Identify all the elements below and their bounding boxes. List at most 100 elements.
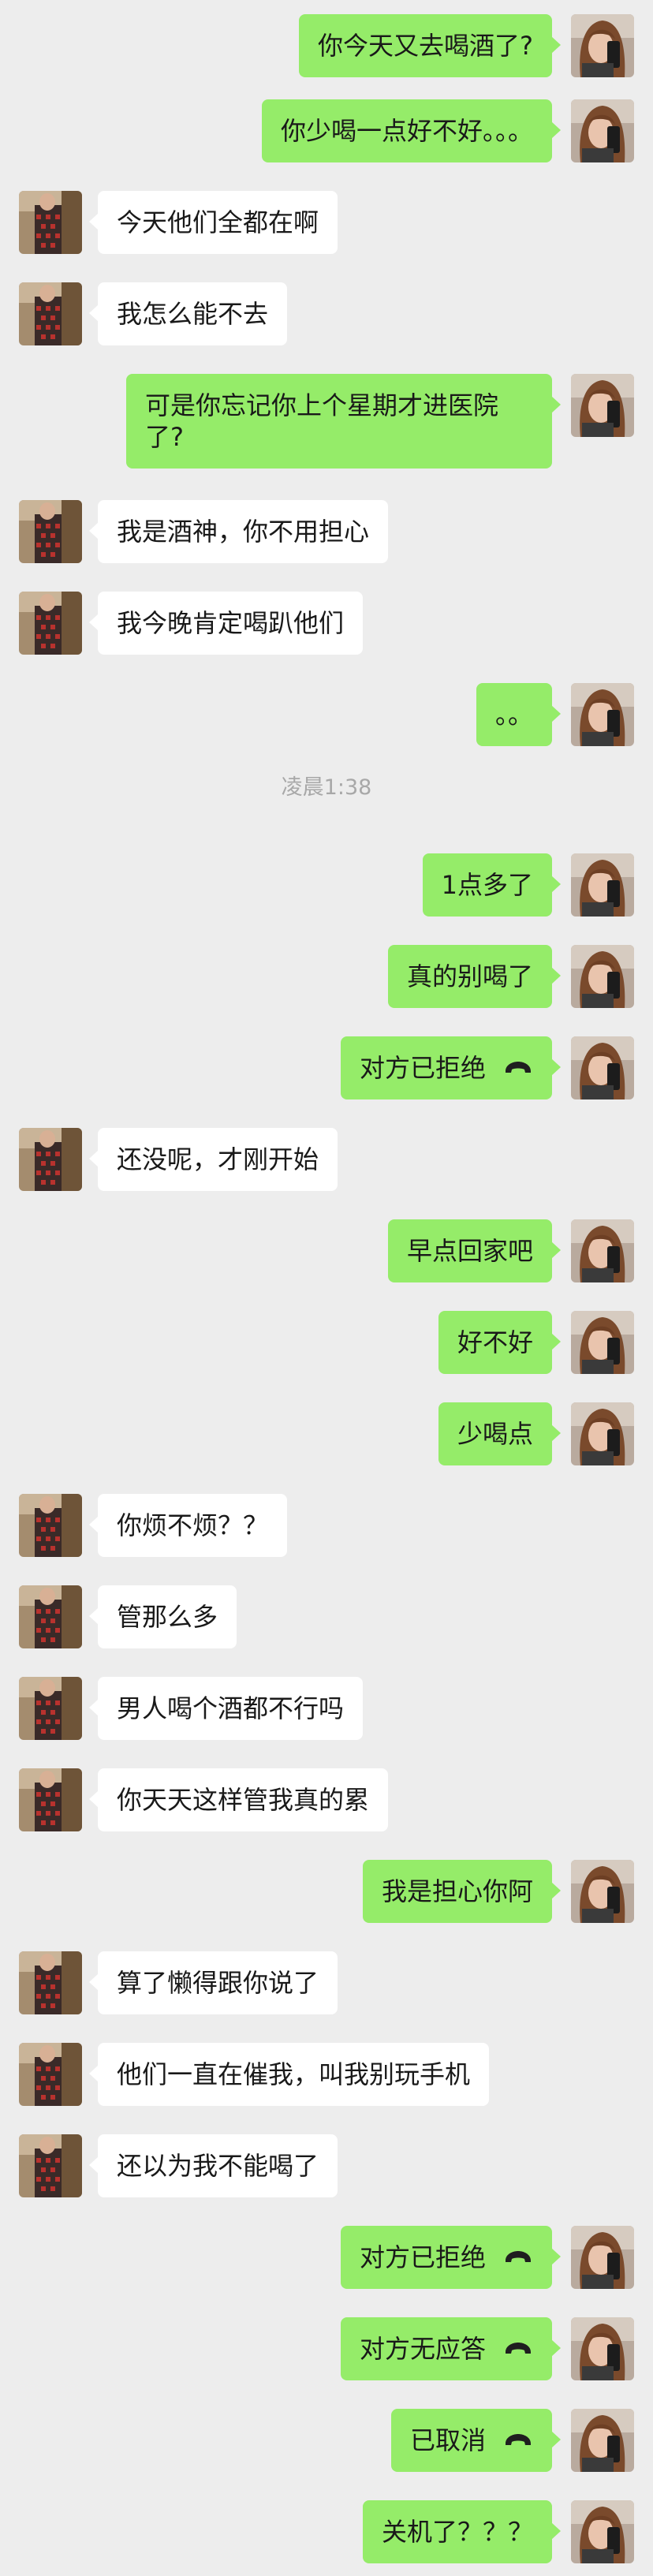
message-text: 。。: [494, 700, 533, 730]
incoming-message: 算了懒得跟你说了: [0, 1950, 653, 2016]
call-status-text: 已取消: [409, 2425, 486, 2455]
message-text: 关机了？？？: [381, 2517, 533, 2547]
contact-avatar[interactable]: [19, 1677, 82, 1740]
message-text: 真的别喝了: [406, 961, 533, 991]
message-bubble[interactable]: 还以为我不能喝了: [88, 2134, 338, 2197]
contact-avatar[interactable]: [19, 1494, 82, 1557]
message-text: 1点多了: [441, 870, 533, 900]
message-bubble[interactable]: 少喝点: [438, 1402, 562, 1465]
message-bubble[interactable]: 你今天又去喝酒了?: [299, 14, 561, 77]
message-bubble[interactable]: 1点多了: [422, 853, 562, 917]
my-avatar[interactable]: [571, 1860, 634, 1923]
message-bubble[interactable]: 男人喝个酒都不行吗: [88, 1677, 364, 1740]
contact-avatar[interactable]: [19, 2134, 82, 2197]
message-text: 可是你忘记你上个星期才进医院了?: [145, 390, 499, 452]
message-text: 算了懒得跟你说了: [117, 1968, 319, 1998]
my-avatar[interactable]: [571, 1402, 634, 1465]
outgoing-message: 可是你忘记你上个星期才进医院了?: [0, 372, 653, 469]
phone-hangup-icon: [503, 2340, 533, 2358]
my-avatar[interactable]: [571, 2317, 634, 2380]
contact-avatar[interactable]: [19, 1585, 82, 1648]
message-text: 管那么多: [117, 1602, 218, 1632]
message-text: 好不好: [457, 1327, 533, 1357]
message-text: 男人喝个酒都不行吗: [117, 1693, 345, 1723]
message-bubble[interactable]: 我今晚肯定喝趴他们: [88, 592, 364, 655]
outgoing-message: 你少喝一点好不好。。。: [0, 98, 653, 164]
my-avatar[interactable]: [571, 683, 634, 746]
my-avatar[interactable]: [571, 945, 634, 1008]
message-bubble[interactable]: 你少喝一点好不好。。。: [261, 99, 562, 162]
my-avatar[interactable]: [571, 2500, 634, 2563]
message-bubble[interactable]: 关机了？？？: [362, 2500, 562, 2563]
incoming-message: 今天他们全都在啊: [0, 189, 653, 256]
message-text: 你少喝一点好不好。。。: [280, 116, 533, 146]
incoming-message: 管那么多: [0, 1584, 653, 1650]
message-bubble[interactable]: 今天他们全都在啊: [88, 191, 338, 254]
message-bubble[interactable]: 真的别喝了: [387, 945, 562, 1008]
outgoing-message: 好不好: [0, 1309, 653, 1376]
timestamp: 凌晨1:38: [281, 775, 372, 800]
contact-avatar[interactable]: [19, 191, 82, 254]
message-bubble[interactable]: 可是你忘记你上个星期才进医院了?: [126, 374, 561, 469]
outgoing-message: 真的别喝了: [0, 943, 653, 1010]
message-text: 你烦不烦？？: [117, 1510, 269, 1540]
incoming-message: 你烦不烦？？: [0, 1492, 653, 1559]
my-avatar[interactable]: [571, 99, 634, 162]
my-avatar[interactable]: [571, 374, 634, 437]
message-text: 你今天又去喝酒了?: [318, 31, 533, 61]
outgoing-message: 对方已拒绝: [0, 2224, 653, 2290]
my-avatar[interactable]: [571, 2409, 634, 2472]
my-avatar[interactable]: [571, 1219, 634, 1282]
incoming-message: 我怎么能不去: [0, 281, 653, 347]
message-bubble[interactable]: 我怎么能不去: [88, 282, 288, 345]
message-bubble[interactable]: 我是担心你阿: [362, 1860, 562, 1923]
call-record-bubble[interactable]: 对方已拒绝: [340, 1036, 562, 1099]
message-text: 少喝点: [457, 1419, 533, 1449]
contact-avatar[interactable]: [19, 1128, 82, 1191]
call-record-bubble[interactable]: 对方无应答: [340, 2317, 562, 2380]
outgoing-message: 少喝点: [0, 1401, 653, 1467]
my-avatar[interactable]: [571, 853, 634, 917]
outgoing-message: 你今天又去喝酒了?: [0, 13, 653, 79]
message-bubble[interactable]: 你天天这样管我真的累: [88, 1768, 389, 1831]
my-avatar[interactable]: [571, 1311, 634, 1374]
incoming-message: 你天天这样管我真的累: [0, 1767, 653, 1833]
message-bubble[interactable]: 我是酒神，你不用担心: [88, 500, 389, 563]
call-record-bubble[interactable]: 已取消: [390, 2409, 562, 2472]
message-text: 还没呢，才刚开始: [117, 1144, 319, 1174]
message-text: 今天他们全都在啊: [117, 207, 319, 237]
message-bubble[interactable]: 还没呢，才刚开始: [88, 1128, 338, 1191]
message-text: 我怎么能不去: [117, 299, 269, 329]
my-avatar[interactable]: [571, 14, 634, 77]
call-record-bubble[interactable]: 对方已拒绝: [340, 2226, 562, 2289]
outgoing-message: 早点回家吧: [0, 1218, 653, 1284]
message-bubble[interactable]: 他们一直在催我，叫我别玩手机: [88, 2043, 490, 2106]
incoming-message: 我是酒神，你不用担心: [0, 498, 653, 565]
call-status-text: 对方无应答: [359, 2334, 486, 2364]
message-bubble[interactable]: 算了懒得跟你说了: [88, 1951, 338, 2014]
message-text: 他们一直在催我，叫我别玩手机: [117, 2059, 471, 2089]
message-bubble[interactable]: 。。: [476, 683, 562, 746]
contact-avatar[interactable]: [19, 282, 82, 345]
message-text: 我今晚肯定喝趴他们: [117, 608, 345, 638]
my-avatar[interactable]: [571, 1036, 634, 1099]
contact-avatar[interactable]: [19, 1768, 82, 1831]
phone-hangup-icon: [503, 2249, 533, 2266]
contact-avatar[interactable]: [19, 1951, 82, 2014]
message-text: 早点回家吧: [406, 1236, 533, 1266]
contact-avatar[interactable]: [19, 592, 82, 655]
contact-avatar[interactable]: [19, 500, 82, 563]
contact-avatar[interactable]: [19, 2043, 82, 2106]
incoming-message: 我今晚肯定喝趴他们: [0, 590, 653, 656]
my-avatar[interactable]: [571, 2226, 634, 2289]
message-bubble[interactable]: 管那么多: [88, 1585, 237, 1648]
incoming-message: 还以为我不能喝了: [0, 2133, 653, 2199]
message-bubble[interactable]: 好不好: [438, 1311, 562, 1374]
incoming-message: 还没呢，才刚开始: [0, 1126, 653, 1193]
message-bubble[interactable]: 早点回家吧: [387, 1219, 562, 1282]
outgoing-message: 。。: [0, 681, 653, 748]
phone-hangup-icon: [503, 1059, 533, 1077]
outgoing-message: 对方已拒绝: [0, 1035, 653, 1101]
message-bubble[interactable]: 你烦不烦？？: [88, 1494, 288, 1557]
outgoing-message: 1点多了: [0, 852, 653, 918]
